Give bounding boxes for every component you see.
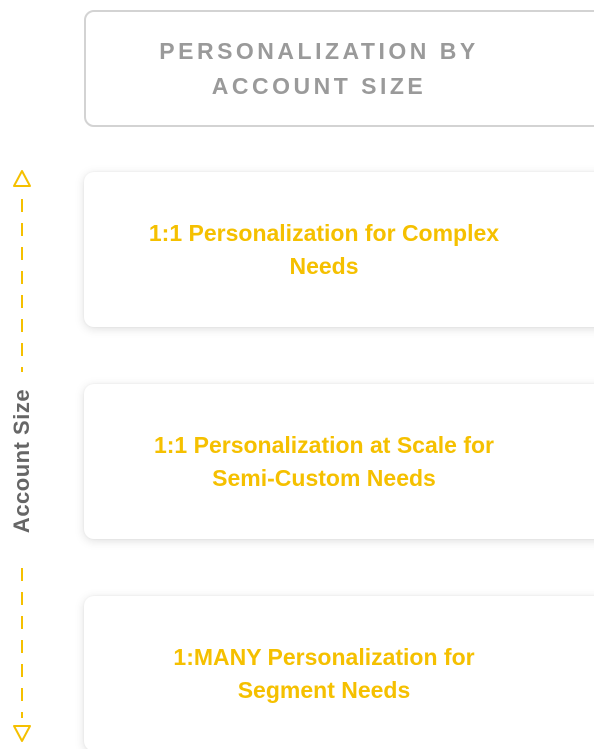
tier-card-3-label: 1:MANY Personalization for Segment Needs <box>173 643 475 703</box>
tier-card-2: 1:1 Personalization at Scale for Semi-Cu… <box>84 384 594 539</box>
tier-card-1-label: 1:1 Personalization for Complex Needs <box>148 219 500 279</box>
triangle-down-outline-icon <box>13 725 31 742</box>
header-box: PERSONALIZATION BY ACCOUNT SIZE <box>84 10 594 127</box>
axis-label: Account Size <box>9 388 34 534</box>
diagram-canvas: PERSONALIZATION BY ACCOUNT SIZE 1:1 Pers… <box>0 0 594 749</box>
header-title: PERSONALIZATION BY ACCOUNT SIZE <box>159 37 479 99</box>
tier-card-1: 1:1 Personalization for Complex Needs <box>84 172 594 327</box>
tier-card-3: 1:MANY Personalization for Segment Needs <box>84 596 594 749</box>
account-size-axis <box>13 170 31 742</box>
tier-card-2-label: 1:1 Personalization at Scale for Semi-Cu… <box>153 431 494 491</box>
triangle-up-outline-icon <box>13 170 31 187</box>
